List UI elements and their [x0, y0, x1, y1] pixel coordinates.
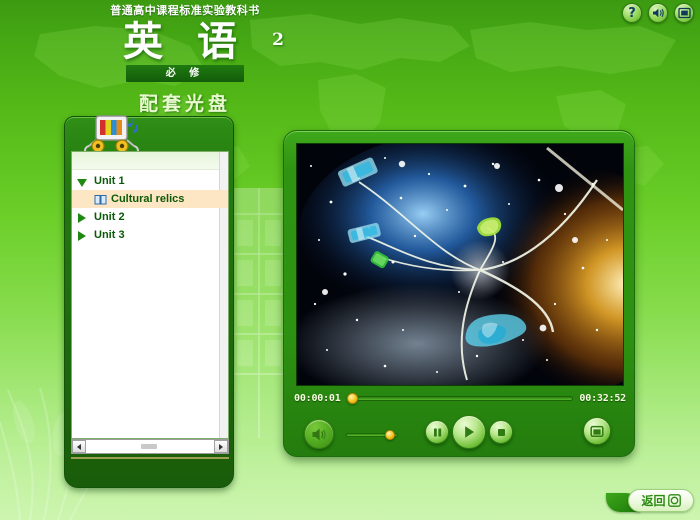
- disc-subtitle: 配套光盘: [138, 93, 231, 115]
- fullscreen-button[interactable]: [583, 417, 611, 445]
- tree-item-unit-3[interactable]: Unit 3: [72, 226, 228, 244]
- speaker-icon: [312, 428, 326, 440]
- volume-slider[interactable]: [346, 430, 398, 440]
- stop-icon: [497, 428, 505, 436]
- arrow-right-icon[interactable]: [214, 440, 228, 453]
- current-time-label: 00:00:01: [294, 393, 341, 404]
- main-title-text: 英 语: [123, 18, 247, 65]
- help-button[interactable]: ?: [622, 3, 642, 23]
- pause-icon: [433, 428, 441, 436]
- sound-button[interactable]: [648, 3, 668, 23]
- triangle-down-icon[interactable]: [77, 176, 89, 187]
- horizontal-scrollbar[interactable]: [71, 439, 229, 454]
- volume-slider-knob[interactable]: [385, 430, 395, 440]
- navigation-panel-header: [65, 115, 233, 155]
- media-player: 00:00:01 00:32:52: [283, 130, 635, 457]
- stop-button[interactable]: [489, 420, 513, 444]
- scrollbar-thumb[interactable]: [141, 444, 158, 449]
- volume-button[interactable]: [304, 419, 334, 449]
- tree-item-unit-1[interactable]: Unit 1: [72, 172, 228, 190]
- page-title: 英 语 2: [60, 20, 310, 64]
- subject-line: 普通高中课程标准实验教科书: [110, 4, 260, 17]
- seek-slider-knob[interactable]: [347, 393, 359, 404]
- triangle-right-icon[interactable]: [78, 230, 89, 241]
- play-button[interactable]: [452, 415, 486, 449]
- scrollbar-track[interactable]: [86, 440, 214, 453]
- panel-divider: [71, 457, 229, 459]
- total-time-label: 00:32:52: [579, 393, 626, 404]
- arrow-left-icon[interactable]: [72, 440, 86, 453]
- volume-number: 2: [272, 30, 284, 50]
- unit-tree: Unit 1 Cultural relics Unit 2 Unit 3: [72, 170, 228, 244]
- tree-item-cultural-relics[interactable]: Cultural relics: [72, 190, 228, 208]
- player-controls: [284, 413, 636, 455]
- navigation-list-topbar: [72, 152, 228, 170]
- seek-row: 00:00:01 00:32:52: [294, 390, 626, 407]
- pause-button[interactable]: [425, 420, 449, 444]
- book-icon: [94, 194, 107, 204]
- tree-item-label: Unit 2: [94, 211, 125, 223]
- tree-item-label: Unit 3: [94, 229, 125, 241]
- window-icon: [677, 7, 691, 19]
- navigation-panel: Unit 1 Cultural relics Unit 2 Unit 3: [64, 115, 234, 488]
- seek-slider[interactable]: [346, 393, 574, 404]
- triangle-right-icon[interactable]: [78, 212, 89, 223]
- tree-item-label: Unit 1: [94, 175, 125, 187]
- application-window: 普通高中课程标准实验教科书 英 语 2 必 修 配套光盘 ? Unit 1 Cu…: [0, 0, 700, 520]
- question-mark-icon: ?: [628, 5, 636, 21]
- return-button[interactable]: 返回: [628, 489, 694, 512]
- play-icon: [465, 426, 474, 438]
- return-area: 返回: [604, 484, 696, 516]
- tree-item-label: Cultural relics: [111, 193, 185, 205]
- title-block: 普通高中课程标准实验教科书 英 语 2 必 修 配套光盘: [60, 4, 310, 115]
- return-label: 返回: [641, 494, 666, 508]
- return-arrow-icon: [667, 494, 681, 507]
- window-mode-button[interactable]: [674, 3, 694, 23]
- video-screen[interactable]: [296, 143, 624, 386]
- fullscreen-icon: [590, 425, 604, 437]
- navigation-list: Unit 1 Cultural relics Unit 2 Unit 3: [71, 151, 229, 439]
- tree-item-unit-2[interactable]: Unit 2: [72, 208, 228, 226]
- video-frame-image: [297, 144, 623, 385]
- speaker-icon: [652, 8, 664, 18]
- requirement-banner: 必 修: [126, 65, 244, 82]
- window-button-group: ?: [622, 3, 694, 23]
